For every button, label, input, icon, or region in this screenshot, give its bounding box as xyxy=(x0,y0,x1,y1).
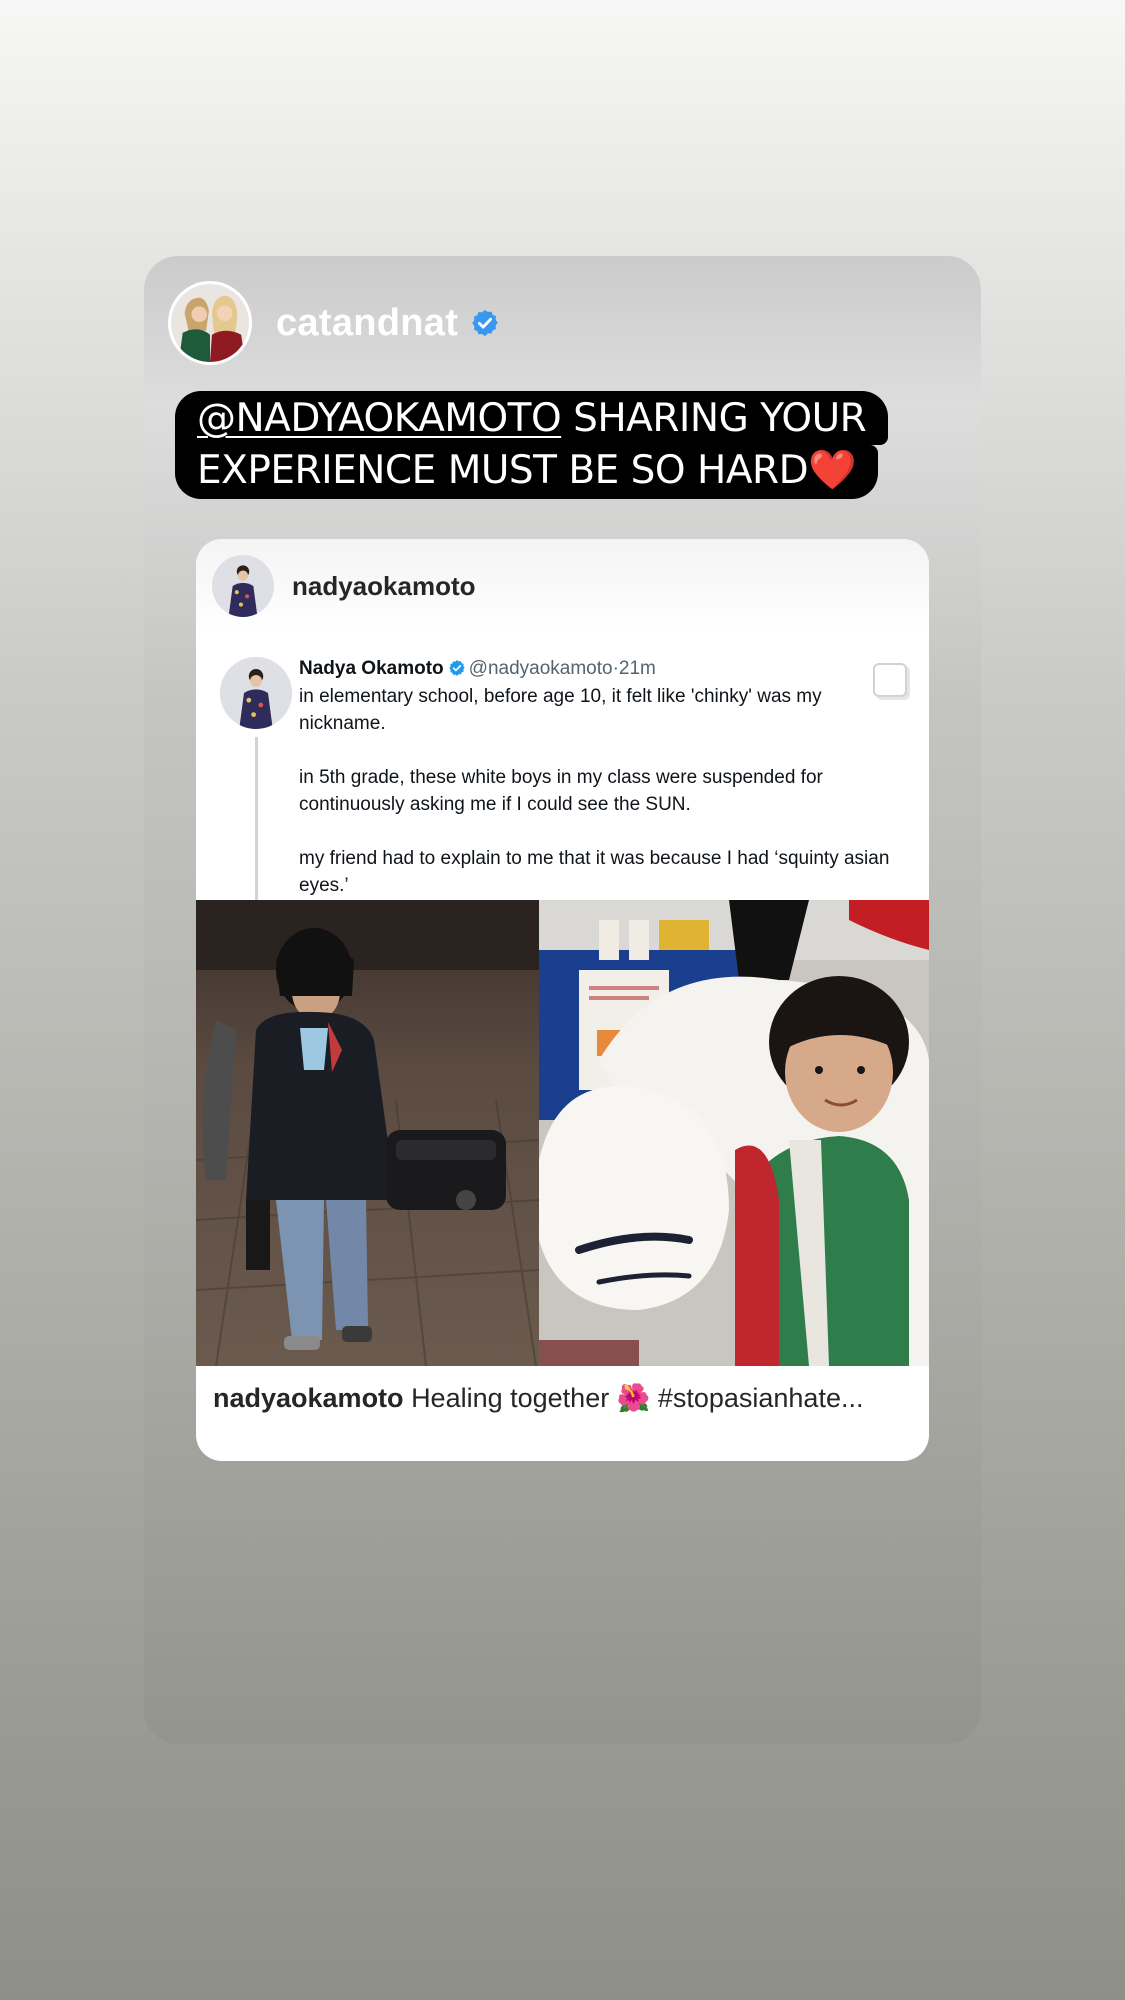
tweet-meta: Nadya Okamoto @nadyaokamoto·21m xyxy=(299,655,899,683)
tweet-verified-icon xyxy=(449,660,465,676)
post-photos[interactable] xyxy=(196,900,929,1366)
caption-line-1-text: SHARING YOUR xyxy=(561,396,867,441)
caption-line-1: @NADYAOKAMOTO SHARING YOUR xyxy=(175,391,889,445)
caption-line-2-text: EXPERIENCE MUST BE SO HARD xyxy=(197,448,809,493)
post-caption-username[interactable]: nadyaokamoto xyxy=(213,1383,404,1413)
post-caption: nadyaokamoto Healing together 🌺 #stopasi… xyxy=(196,1366,929,1414)
photo-right-image xyxy=(539,900,929,1366)
post-caption-text: Healing together 🌺 #stopasianhate... xyxy=(411,1383,864,1413)
post-author-username[interactable]: nadyaokamoto xyxy=(292,571,476,602)
photo-left-image xyxy=(196,900,539,1366)
post-author-avatar[interactable] xyxy=(212,555,274,617)
checkbox-icon xyxy=(873,663,907,697)
tweet-paragraph: in elementary school, before age 10, it … xyxy=(299,686,822,734)
tweet-text: in elementary school, before age 10, it … xyxy=(299,683,899,899)
shared-post-story-card[interactable]: catandnat @NADYAOKAMOTO SHARING YOUR EXP… xyxy=(144,256,981,1744)
post-author-avatar-image xyxy=(212,555,274,617)
tweet-timestamp: 21m xyxy=(618,658,656,679)
embedded-post[interactable]: nadyaokamoto Nadya Okamoto @nadyaokamoto·… xyxy=(196,539,929,1461)
caption-line-2: EXPERIENCE MUST BE SO HARD❤️ xyxy=(175,445,879,499)
account-avatar-image xyxy=(171,284,249,362)
photo-child-with-suitcase xyxy=(196,900,539,1366)
tweet-author-avatar-image xyxy=(220,657,292,729)
photo-child-with-mascot xyxy=(539,900,929,1366)
tweet-body: Nadya Okamoto @nadyaokamoto·21m in elemen… xyxy=(299,655,899,899)
story-header: catandnat xyxy=(168,280,500,366)
tweet-paragraph: in 5th grade, these white boys in my cla… xyxy=(299,767,823,815)
tweet-author-avatar xyxy=(220,657,292,729)
caption-sticker: @NADYAOKAMOTO SHARING YOUR EXPERIENCE MU… xyxy=(175,391,895,499)
post-header: nadyaokamoto xyxy=(196,539,929,633)
thread-connector-line xyxy=(255,737,258,900)
verified-badge-icon xyxy=(472,309,498,337)
tweet-screenshot: Nadya Okamoto @nadyaokamoto·21m in elemen… xyxy=(196,633,929,900)
tweet-display-name: Nadya Okamoto xyxy=(299,658,444,679)
tweet-paragraph: my friend had to explain to me that it w… xyxy=(299,848,890,896)
tweet-handle: @nadyaokamoto xyxy=(468,658,613,679)
account-username[interactable]: catandnat xyxy=(276,302,458,345)
mention-link[interactable]: @NADYAOKAMOTO xyxy=(197,396,562,441)
account-avatar[interactable] xyxy=(168,281,252,365)
heart-emoji-icon: ❤️ xyxy=(808,448,857,493)
